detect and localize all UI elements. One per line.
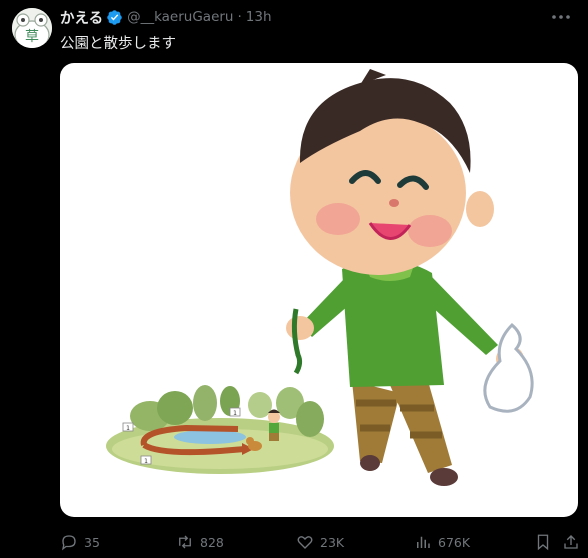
handle[interactable]: @__kaeruGaeru [127,9,233,25]
avatar[interactable]: 草 [12,8,52,48]
post-header: かえる @__kaeruGaeru · 13h [60,7,272,27]
like-button[interactable]: 23K [296,530,344,554]
post-media-image[interactable]: 1 1 1 [60,63,578,517]
illustration-boy-walking-dog: 1 1 1 [106,69,534,486]
like-count: 23K [320,534,345,550]
views-button[interactable]: 676K [414,530,470,554]
map-label-2: 1 [233,410,237,417]
heart-icon [297,536,313,549]
map-label-1: 1 [126,425,130,432]
more-options-button[interactable] [550,8,572,26]
share-button[interactable] [562,530,582,554]
reply-button[interactable]: 35 [60,530,100,554]
reply-count: 35 [84,534,100,550]
analytics-bar-icon [417,536,430,548]
repost-icon [179,535,191,549]
park-map-illustration: 1 1 1 [106,385,334,474]
bookmark-icon [537,534,549,551]
post-text: 公園と散歩します [60,36,176,52]
share-upload-icon [564,535,578,549]
frog-avatar-icon: 草 [12,8,52,48]
timestamp[interactable]: 13h [246,9,272,25]
more-dots-icon [552,15,570,19]
reply-icon [61,535,76,551]
views-count: 676K [438,534,471,550]
action-bar: 35 828 23K 676K [60,530,580,554]
repost-button[interactable]: 828 [176,530,224,554]
bookmark-button[interactable] [534,530,554,554]
post[interactable]: 草 かえる @__kaeruGaeru · 13h 公園と散歩します 1 1 1… [0,0,588,558]
map-label-3: 1 [144,458,148,465]
verified-badge-icon [107,9,122,25]
separator-dot: · [237,9,242,25]
display-name[interactable]: かえる [60,7,103,28]
avatar-glyph: 草 [25,29,39,45]
repost-count: 828 [200,534,224,550]
